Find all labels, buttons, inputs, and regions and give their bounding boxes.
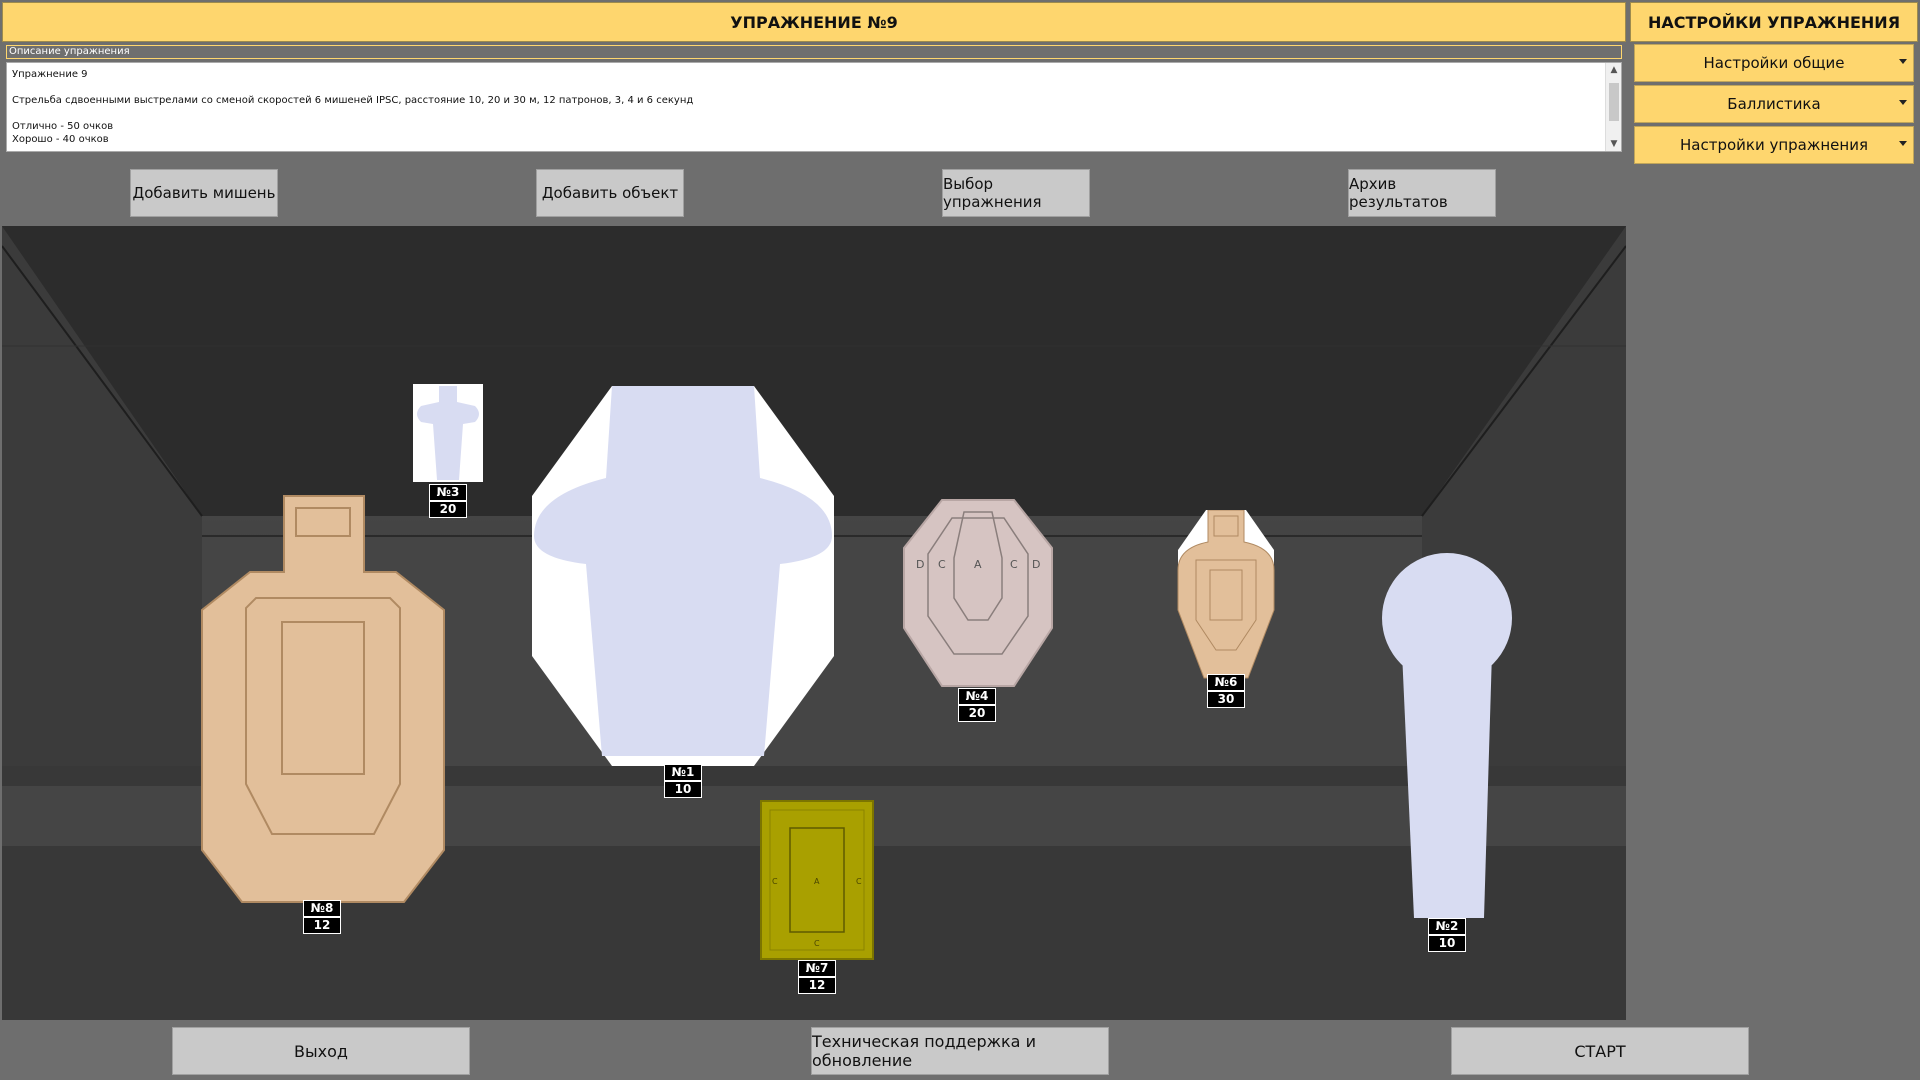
target-distance: 12 [303, 917, 341, 934]
target-number: №4 [958, 688, 996, 705]
exercise-settings-dropdown[interactable]: Настройки упражнения [1634, 126, 1914, 164]
settings-title: НАСТРОЙКИ УПРАЖНЕНИЯ [1630, 2, 1918, 42]
dropdown-label: Настройки общие [1703, 54, 1845, 72]
target-distance: 12 [798, 977, 836, 994]
description-scrollbar[interactable]: ▲ ▼ [1605, 63, 1621, 151]
svg-text:C: C [856, 877, 862, 886]
svg-text:C: C [1010, 558, 1018, 571]
caret-down-icon [1899, 141, 1907, 146]
results-archive-button[interactable]: Архив результатов [1348, 169, 1496, 217]
shooting-range-view[interactable]: №3 20 №1 10 D C A C D №4 20 №6 30 №8 12 … [2, 226, 1626, 1020]
scroll-thumb[interactable] [1609, 83, 1619, 121]
description-label: Описание упражнения [6, 45, 1622, 59]
dropdown-label: Баллистика [1727, 95, 1821, 113]
ballistics-dropdown[interactable]: Баллистика [1634, 85, 1914, 123]
target-number: №2 [1428, 918, 1466, 935]
caret-down-icon [1899, 100, 1907, 105]
target-8-label: №8 12 [303, 900, 341, 934]
svg-text:D: D [916, 558, 924, 571]
target-6-icon[interactable] [1176, 510, 1276, 680]
target-1-icon[interactable] [532, 386, 834, 766]
add-object-button[interactable]: Добавить объект [536, 169, 684, 217]
choose-exercise-button[interactable]: Выбор упражнения [942, 169, 1090, 217]
svg-text:A: A [974, 558, 982, 571]
svg-text:D: D [1032, 558, 1040, 571]
scroll-down-icon[interactable]: ▼ [1606, 137, 1621, 151]
svg-text:A: A [814, 877, 820, 886]
description-text: Упражнение 9 Стрельба сдвоенными выстрел… [12, 69, 694, 145]
target-number: №1 [664, 764, 702, 781]
target-distance: 10 [1428, 935, 1466, 952]
dropdown-label: Настройки упражнения [1679, 136, 1868, 154]
target-7-icon[interactable]: C A C C [760, 800, 874, 960]
scroll-up-icon[interactable]: ▲ [1606, 63, 1621, 77]
svg-text:C: C [772, 877, 778, 886]
target-4-label: №4 20 [958, 688, 996, 722]
target-6-label: №6 30 [1207, 674, 1245, 708]
settings-panel: НАСТРОЙКИ УПРАЖНЕНИЯ Настройки общие Бал… [1630, 2, 1918, 1018]
description-textarea[interactable]: Упражнение 9 Стрельба сдвоенными выстрел… [6, 62, 1622, 152]
exit-button[interactable]: Выход [172, 1027, 470, 1075]
target-1-label: №1 10 [664, 764, 702, 798]
target-distance: 10 [664, 781, 702, 798]
target-2-label: №2 10 [1428, 918, 1466, 952]
target-2-icon[interactable] [1380, 552, 1514, 922]
general-settings-dropdown[interactable]: Настройки общие [1634, 44, 1914, 82]
target-number: №6 [1207, 674, 1245, 691]
add-target-button[interactable]: Добавить мишень [130, 169, 278, 217]
target-8-icon[interactable] [200, 494, 446, 904]
target-7-label: №7 12 [798, 960, 836, 994]
target-number: №7 [798, 960, 836, 977]
target-distance: 20 [958, 705, 996, 722]
app-window: УПРАЖНЕНИЕ №9 Описание упражнения Упражн… [0, 0, 1920, 1080]
target-3-icon[interactable] [413, 384, 483, 482]
action-toolbar: Добавить мишень Добавить объект Выбор уп… [2, 154, 1626, 228]
target-distance: 30 [1207, 691, 1245, 708]
svg-text:C: C [938, 558, 946, 571]
start-button[interactable]: СТАРТ [1451, 1027, 1749, 1075]
target-4-icon[interactable]: D C A C D [902, 498, 1054, 688]
support-button[interactable]: Техническая поддержка и обновление [811, 1027, 1109, 1075]
target-number: №8 [303, 900, 341, 917]
caret-down-icon [1899, 59, 1907, 64]
exercise-title: УПРАЖНЕНИЕ №9 [2, 2, 1626, 42]
main-area: УПРАЖНЕНИЕ №9 Описание упражнения Упражн… [2, 2, 1626, 1020]
bottom-bar: Выход Техническая поддержка и обновление… [0, 1020, 1920, 1080]
svg-text:C: C [814, 939, 820, 948]
